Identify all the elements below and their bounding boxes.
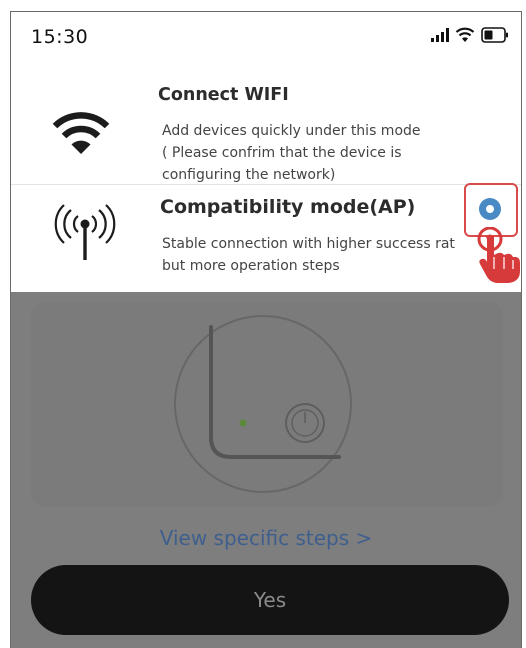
mode-desc-wifi-line-1: Add devices quickly under this mode: [162, 123, 421, 139]
mode-desc-wifi-line-2: ( Please confrim that the device is: [162, 145, 402, 161]
mode-divider: [11, 184, 521, 185]
status-time: 15:30: [31, 26, 89, 48]
tap-hand-icon: [476, 226, 521, 290]
mode-desc-ap-line-2: but more operation steps: [162, 258, 340, 274]
mode-title-ap: Compatibility mode(AP): [160, 196, 416, 218]
mode-desc-wifi-line-3: configuring the network): [162, 167, 336, 183]
signal-icon: [431, 28, 449, 47]
ap-mode-radio-selected[interactable]: [479, 198, 501, 220]
device-illustration-card: [31, 302, 503, 507]
view-specific-steps-link[interactable]: View specific steps >: [11, 526, 521, 550]
wifi-status-icon: [455, 27, 475, 48]
battery-icon: [481, 27, 509, 48]
yes-button[interactable]: Yes: [31, 565, 509, 635]
antenna-icon: [47, 204, 123, 267]
phone-frame: 15:30 Connect WIFI Add devices quickly u…: [10, 11, 522, 648]
device-illustration: [174, 315, 352, 493]
status-bar: 15:30: [11, 12, 521, 64]
mode-selection-panel: Connect WIFI Add devices quickly under t…: [11, 64, 521, 292]
dimmed-background: View specific steps > Yes: [11, 292, 521, 648]
mode-desc-ap-line-1: Stable connection with higher success ra…: [162, 236, 455, 252]
mode-title-wifi: Connect WIFI: [158, 85, 289, 105]
status-icons: [431, 27, 509, 48]
wifi-icon: [51, 106, 111, 163]
